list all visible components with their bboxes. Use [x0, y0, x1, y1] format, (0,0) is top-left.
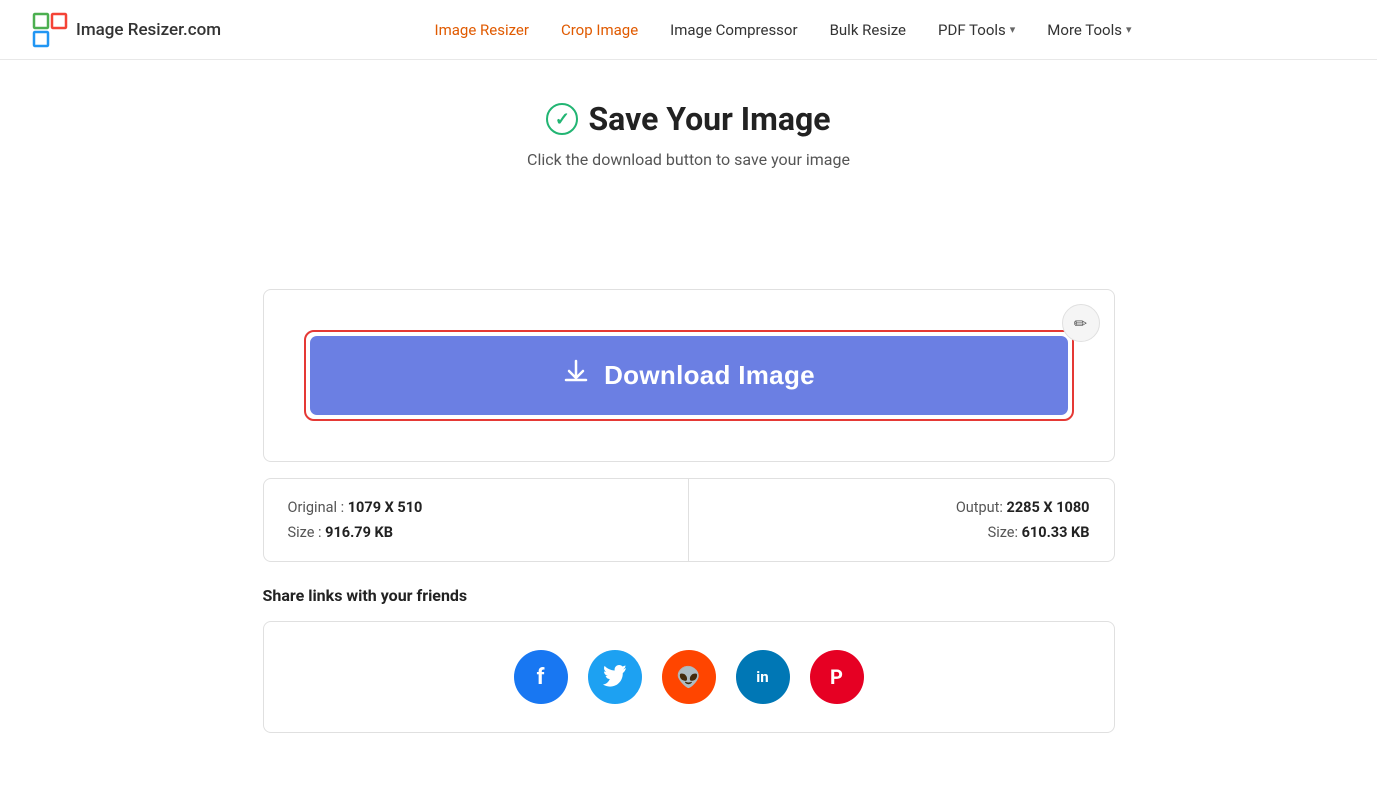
navbar: Image Resizer.com Image Resizer Crop Ima… [0, 0, 1377, 60]
share-card: f 👽 in P [263, 621, 1115, 733]
original-size-label: Size : [288, 524, 322, 541]
nav-more-tools[interactable]: More Tools ▾ [1047, 21, 1131, 39]
output-size-label: Size: [988, 524, 1018, 541]
original-label: Original : [288, 499, 345, 516]
share-facebook-button[interactable]: f [514, 650, 568, 704]
nav-bulk-resize[interactable]: Bulk Resize [830, 21, 906, 39]
nav-more-tools-label: More Tools [1047, 21, 1122, 39]
nav-image-compressor[interactable]: Image Compressor [670, 21, 797, 39]
more-tools-chevron-icon: ▾ [1126, 23, 1132, 36]
logo[interactable]: Image Resizer.com [32, 12, 221, 48]
download-button-label: Download Image [604, 360, 815, 391]
original-dimensions: 1079 X 510 [348, 499, 423, 516]
main-content: ✓ Save Your Image Click the download but… [239, 60, 1139, 773]
page-title: Save Your Image [588, 100, 830, 138]
output-size-row: Size: 610.33 KB [713, 524, 1090, 541]
output-dimensions: 2285 X 1080 [1007, 499, 1090, 516]
original-dimensions-row: Original : 1079 X 510 [288, 499, 665, 516]
original-size-row: Size : 916.79 KB [288, 524, 665, 541]
original-size: 916.79 KB [325, 524, 393, 541]
output-label: Output: [956, 499, 1003, 516]
share-twitter-button[interactable] [588, 650, 642, 704]
nav-pdf-tools-label: PDF Tools [938, 21, 1006, 39]
download-btn-wrapper: Download Image [304, 330, 1074, 421]
output-size: 610.33 KB [1022, 524, 1090, 541]
page-heading: ✓ Save Your Image [263, 100, 1115, 138]
download-icon [562, 358, 590, 393]
nav-pdf-tools[interactable]: PDF Tools ▾ [938, 21, 1015, 39]
download-card: ✏ Download Image [263, 289, 1115, 462]
page-subtitle: Click the download button to save your i… [263, 150, 1115, 169]
nav-links: Image Resizer Crop Image Image Compresso… [435, 21, 1132, 39]
output-dimensions-row: Output: 2285 X 1080 [713, 499, 1090, 516]
share-heading: Share links with your friends [263, 586, 1115, 605]
nav-image-resizer[interactable]: Image Resizer [435, 21, 529, 39]
share-linkedin-button[interactable]: in [736, 650, 790, 704]
logo-text: Image Resizer.com [76, 20, 221, 40]
share-pinterest-button[interactable]: P [810, 650, 864, 704]
original-info: Original : 1079 X 510 Size : 916.79 KB [264, 479, 689, 561]
share-reddit-button[interactable]: 👽 [662, 650, 716, 704]
output-info: Output: 2285 X 1080 Size: 610.33 KB [688, 479, 1114, 561]
check-circle-icon: ✓ [546, 103, 578, 135]
pdf-tools-chevron-icon: ▾ [1010, 23, 1016, 36]
download-button[interactable]: Download Image [310, 336, 1068, 415]
info-card: Original : 1079 X 510 Size : 916.79 KB O… [263, 478, 1115, 562]
nav-crop-image[interactable]: Crop Image [561, 21, 638, 39]
edit-button[interactable]: ✏ [1062, 304, 1100, 342]
logo-icon [32, 12, 68, 48]
